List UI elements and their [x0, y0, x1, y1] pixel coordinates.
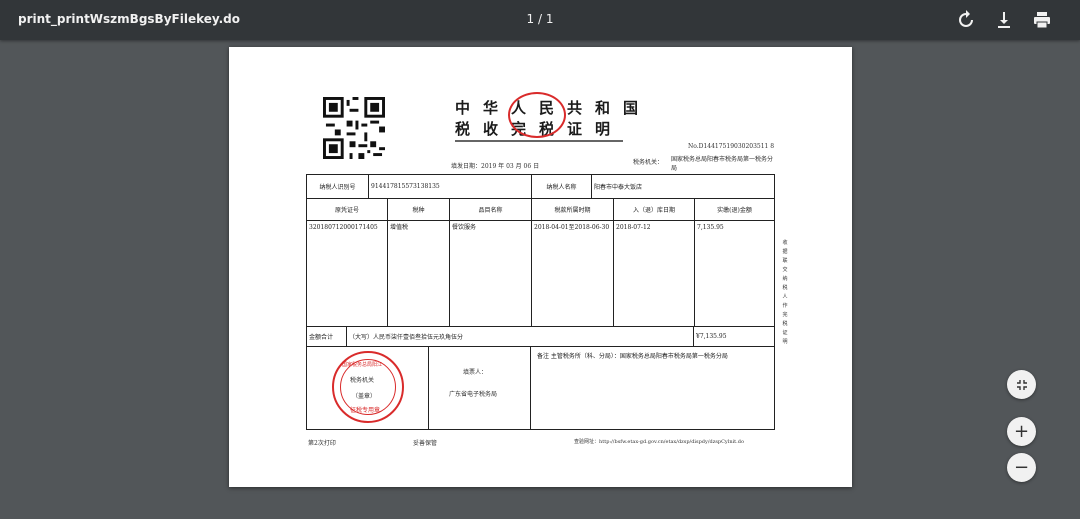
column-header: 税款所属时期 [532, 199, 614, 220]
remark-cell: 备注 主管税务所（科、分局）：国家税务总局阳春市税务局第一税务分局 [537, 353, 728, 360]
total-row: 金额合计 （大写）人民币柒仟壹佰叁拾伍元玖角伍分 ¥7,135.95 [307, 327, 774, 347]
seal-mid-text: 税务机关 [350, 377, 375, 384]
taxpayer-id: 914417815573138135 [369, 175, 532, 198]
filler-cell: 填票人： 广东省电子税务局 [429, 347, 531, 429]
column-header: 原凭证号 [307, 199, 388, 220]
tax-seal: 国家税务总局阳江 税务机关 （盖章） 征税专用章 [332, 351, 404, 423]
column-header: 品目名称 [450, 199, 532, 220]
taxpayer-name: 阳春市中泰大饭店 [594, 184, 643, 191]
total-words: （大写）人民币柒仟壹佰叁拾伍元玖角伍分 [347, 327, 694, 346]
taxpayer-name-label: 纳税人名称 [532, 175, 592, 198]
table-header: 原凭证号 税种 品目名称 税款所属时期 入（退）库日期 实缴(退)金额 [307, 199, 774, 221]
side-note: 收据联 交纳税人作完税证明 [782, 240, 788, 345]
doc-number: No.D14417519030203511 8 [688, 143, 775, 150]
tax-authority: 国家税务总局阳春市税务局第一税务分局 [671, 156, 774, 172]
seal-bottom-text: 征税专用章 [350, 407, 381, 414]
seal-cell: 国家税务总局阳江 税务机关 （盖章） 征税专用章 [307, 347, 429, 429]
zoom-in-button[interactable]: + [1007, 417, 1036, 446]
pdf-toolbar: print_printWszmBgsByFilekey.do 1 / 1 [0, 0, 1080, 40]
filler-name: 广东省电子税务局 [449, 391, 498, 398]
filler-label: 填票人： [463, 369, 488, 376]
seal-stamp-text: （盖章） [352, 393, 377, 400]
total-amount: ¥7,135.95 [696, 333, 727, 340]
taxpayer-id-label: 纳税人识别号 [307, 175, 369, 198]
qr-code-icon [323, 97, 385, 159]
column-header: 入（退）库日期 [614, 199, 695, 220]
footer-verify-url: 查验网址：http://bsfw.etax-gd.gov.cn/etax/dzs… [574, 439, 744, 445]
rotate-icon[interactable] [954, 8, 978, 32]
footer-print-count: 第2次打印 [308, 440, 336, 447]
voucher-number: 320180712000171405 [307, 221, 388, 326]
table-row: 320180712000171405 增值税 餐饮服务 2018-04-01至2… [307, 221, 774, 327]
tax-type: 增值税 [388, 221, 450, 326]
fit-to-page-icon[interactable] [1007, 370, 1036, 399]
signature-row: 国家税务总局阳江 税务机关 （盖章） 征税专用章 填票人： 广东省电子税务局 备… [307, 347, 774, 429]
tax-period: 2018-04-01至2018-06-30 [532, 221, 614, 326]
print-icon[interactable] [1030, 8, 1054, 32]
tax-certificate-table: 纳税人识别号 914417815573138135 纳税人名称 阳春市中泰大饭店… [306, 174, 775, 430]
pdf-page: 中华人民共和国 税收完税证明 No.D14417519030203511 8 填… [229, 47, 852, 487]
page-indicator: 1 / 1 [526, 12, 554, 26]
download-icon[interactable] [992, 8, 1016, 32]
zoom-out-button[interactable]: − [1007, 453, 1036, 482]
tax-authority-label: 税务机关： [633, 159, 664, 166]
seal-top-text: 国家税务总局阳江 [342, 362, 383, 368]
storage-date: 2018-07-12 [614, 221, 695, 326]
footer-keep-safe: 妥善保管 [413, 440, 438, 447]
column-header: 实缴(退)金额 [717, 207, 752, 214]
red-stamp-ring [508, 92, 566, 138]
column-header: 税种 [388, 199, 450, 220]
fill-date: 填发日期：2019 年 03 月 06 日 [451, 163, 540, 170]
item-name: 餐饮服务 [450, 221, 532, 326]
taxpayer-row: 纳税人识别号 914417815573138135 纳税人名称 阳春市中泰大饭店 [307, 175, 774, 199]
total-label: 金额合计 [307, 327, 347, 346]
amount: 7,135.95 [697, 224, 724, 231]
